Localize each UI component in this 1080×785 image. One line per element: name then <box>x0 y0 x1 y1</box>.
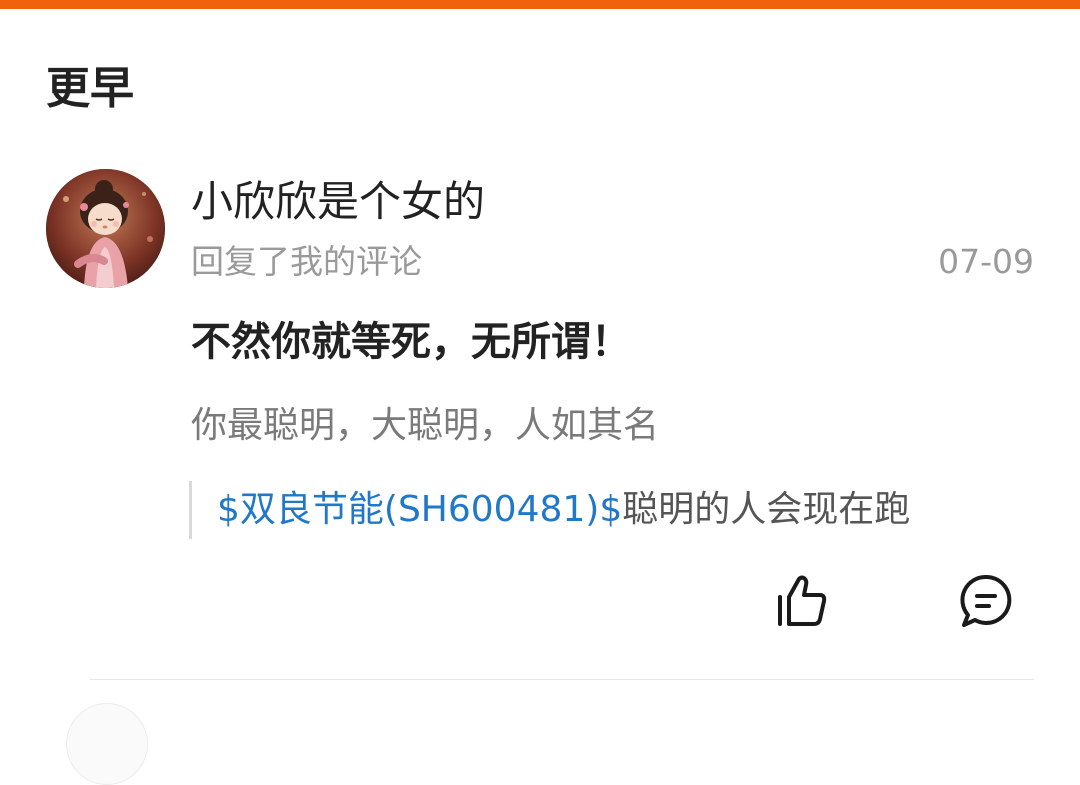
avatar[interactable] <box>46 169 165 288</box>
reply-text: 不然你就等死，无所谓！ <box>191 319 631 365</box>
like-button[interactable] <box>771 571 831 631</box>
top-accent-bar <box>0 0 1080 9</box>
thumbs-up-icon <box>778 575 827 626</box>
quoted-post-text: 聪明的人会现在跑 <box>622 489 911 530</box>
section-heading: 更早 <box>46 63 134 114</box>
quoted-post[interactable]: $双良节能(SH600481)$聪明的人会现在跑 <box>189 481 910 539</box>
divider <box>90 679 1034 680</box>
stock-link[interactable]: $双良节能(SH600481)$ <box>217 489 622 530</box>
comment-button[interactable] <box>956 571 1016 631</box>
notification-action: 回复了我的评论 <box>191 242 422 281</box>
next-item-avatar[interactable] <box>66 703 148 785</box>
comment-icon <box>960 574 1012 627</box>
username[interactable]: 小欣欣是个女的 <box>191 175 485 229</box>
avatar-illustration <box>46 169 165 288</box>
original-comment: 你最聪明，大聪明，人如其名 <box>191 405 660 446</box>
timestamp: 07-09 <box>938 242 1034 281</box>
